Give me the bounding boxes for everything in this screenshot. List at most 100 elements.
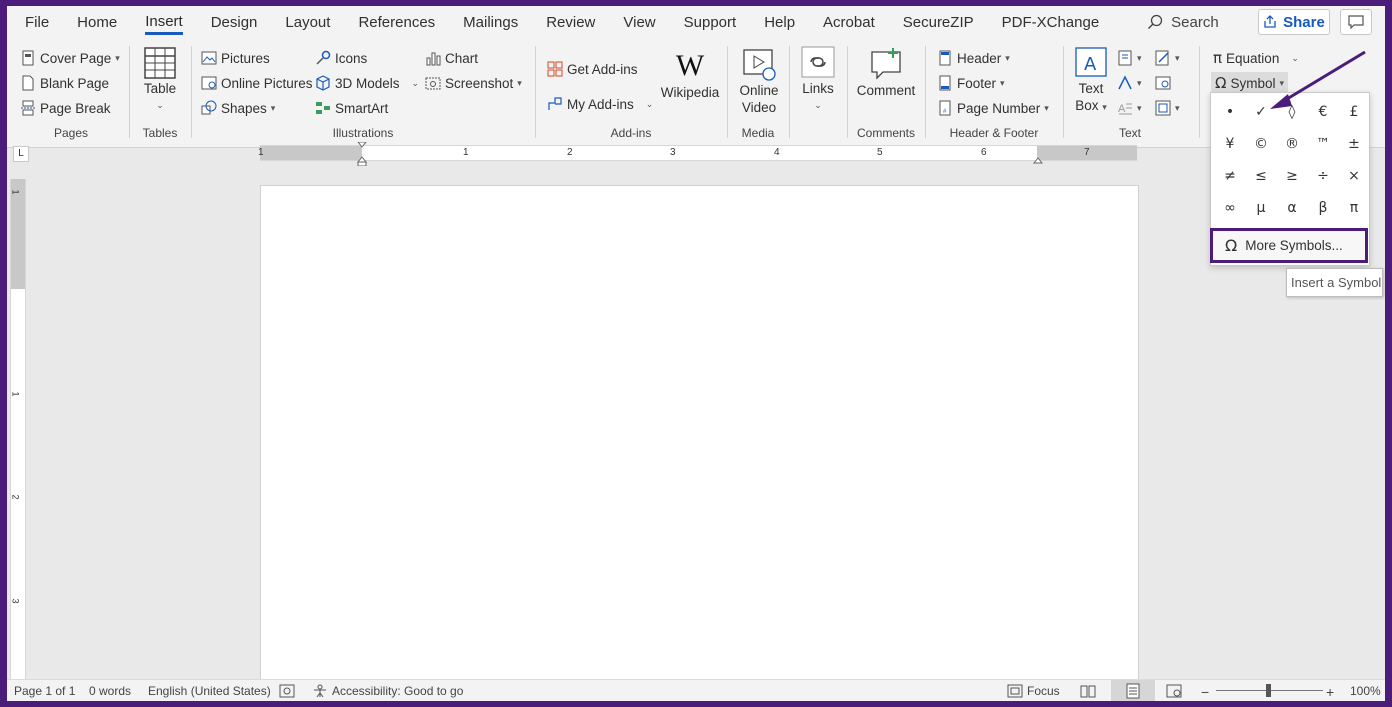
print-layout-button[interactable] [1111,680,1155,701]
object-button[interactable]: ▾ [1155,97,1180,119]
ruler-number: 1 [10,391,21,397]
symbol-bullet[interactable]: • [1215,97,1245,127]
tab-design[interactable]: Design [211,10,258,35]
read-mode-icon [1080,685,1096,698]
smartart-button[interactable]: SmartArt [315,97,388,119]
header-button[interactable]: Header ▾ [937,47,1010,69]
page-break-button[interactable]: Page Break [20,97,111,119]
zoom-out-button[interactable]: − [1201,684,1209,700]
tab-references[interactable]: References [358,10,435,35]
symbol-trademark[interactable]: ™ [1308,129,1338,159]
text-box-button[interactable]: A Text Box ▾ [1071,46,1111,116]
symbol-less-equal[interactable]: ≤ [1246,161,1276,191]
focus-button[interactable]: Focus [1007,684,1060,698]
icons-button[interactable]: Icons [315,47,367,69]
table-button[interactable]: Table ⌄ [139,46,181,114]
pictures-label: Pictures [221,50,270,66]
links-button[interactable]: Links ⌄ [799,46,837,114]
symbol-infinity[interactable]: ∞ [1215,193,1245,223]
zoom-level[interactable]: 100% [1350,684,1381,698]
chevron-down-icon: ⌄ [411,77,420,88]
date-time-button[interactable] [1155,72,1171,94]
vertical-ruler[interactable]: 1 1 2 3 [10,179,26,689]
symbol-yen[interactable]: ¥ [1215,129,1245,159]
chevron-down-icon: ▾ [1102,102,1107,112]
tab-mailings[interactable]: Mailings [463,10,518,35]
symbol-registered[interactable]: ® [1277,129,1307,159]
symbol-greater-equal[interactable]: ≥ [1277,161,1307,191]
tab-acrobat[interactable]: Acrobat [823,10,875,35]
word-count[interactable]: 0 words [89,684,131,698]
blank-page-icon [22,75,34,91]
drop-cap-button[interactable]: A ▾ [1117,97,1142,119]
symbol-plus-minus[interactable]: ± [1339,129,1369,159]
wikipedia-button[interactable]: W Wikipedia [659,48,721,101]
accessibility-status[interactable]: Accessibility: Good to go [312,684,463,698]
get-addins-button[interactable]: Get Add-ins [547,58,638,80]
cover-page-button[interactable]: Cover Page ▾ [20,47,120,69]
tab-file[interactable]: File [25,10,49,35]
web-layout-button[interactable] [1166,684,1182,698]
page-number-button[interactable]: # Page Number ▾ [937,97,1049,119]
tab-pdf-xchange[interactable]: PDF-XChange [1002,10,1100,35]
footer-button[interactable]: Footer ▾ [937,72,1005,94]
shapes-icon [201,100,217,115]
screenshot-button[interactable]: Screenshot ▾ [425,72,522,94]
chart-button[interactable]: Chart [425,47,478,69]
pictures-button[interactable]: Pictures [201,47,270,69]
share-button[interactable]: Share [1258,9,1330,35]
group-media: Online Video Media [729,44,787,144]
symbol-pi[interactable]: π [1339,193,1369,223]
more-symbols-button[interactable]: Ω More Symbols... [1210,228,1368,263]
tab-layout[interactable]: Layout [285,10,330,35]
comments-button[interactable] [1340,9,1372,35]
symbol-not-equal[interactable]: ≠ [1215,161,1245,191]
language-status[interactable]: English (United States) [148,684,271,698]
ribbon-divider [129,46,130,138]
page-count[interactable]: Page 1 of 1 [14,684,75,698]
online-video-label-1: Online [739,83,779,98]
ribbon-tab-bar: File Home Insert Design Layout Reference… [7,6,1385,38]
ribbon-divider [925,46,926,138]
group-pages: Cover Page ▾ Blank Page Page Break Pages [15,44,127,144]
online-pictures-button[interactable]: Online Pictures [201,72,313,94]
horizontal-ruler[interactable]: 1 1 2 3 4 5 6 7 [258,142,1137,166]
right-indent-marker-icon[interactable] [1032,156,1044,164]
online-pictures-label: Online Pictures [221,75,313,91]
new-comment-button[interactable]: Comment [853,46,919,99]
tab-selector[interactable]: L [13,146,29,162]
tab-review[interactable]: Review [546,10,595,35]
tab-insert[interactable]: Insert [145,9,183,35]
table-icon [144,47,176,79]
quick-parts-button[interactable]: ▾ [1117,47,1142,69]
blank-page-button[interactable]: Blank Page [20,72,109,94]
tab-support[interactable]: Support [684,10,737,35]
track-changes-button[interactable] [279,684,295,698]
comment-label: Comment [856,83,916,98]
symbol-divide[interactable]: ÷ [1308,161,1338,191]
wordart-button[interactable]: ▾ [1117,72,1142,94]
tab-help[interactable]: Help [764,10,795,35]
my-addins-button[interactable]: My Add-ins ⌄ [547,93,653,115]
search-box[interactable]: Search [1147,14,1219,31]
shapes-button[interactable]: Shapes ▾ [201,97,275,119]
indent-marker-icon[interactable] [356,142,368,166]
zoom-slider-thumb[interactable] [1266,684,1271,697]
group-label-text: Text [1118,126,1141,140]
symbol-copyright[interactable]: © [1246,129,1276,159]
chevron-down-icon: ▾ [1175,102,1180,113]
symbol-beta[interactable]: β [1308,193,1338,223]
symbol-multiply[interactable]: × [1339,161,1369,191]
3d-models-button[interactable]: 3D Models ⌄ [315,72,419,94]
zoom-in-button[interactable]: + [1326,684,1334,700]
tab-securezip[interactable]: SecureZIP [903,10,974,35]
document-page[interactable] [260,185,1139,685]
tab-home[interactable]: Home [77,10,117,35]
online-video-button[interactable]: Online Video [735,46,783,116]
search-label: Search [1171,13,1219,31]
tab-view[interactable]: View [623,10,655,35]
read-mode-button[interactable] [1080,684,1096,698]
symbol-mu[interactable]: μ [1246,193,1276,223]
symbol-alpha[interactable]: α [1277,193,1307,223]
signature-line-button[interactable]: ▾ [1155,47,1180,69]
